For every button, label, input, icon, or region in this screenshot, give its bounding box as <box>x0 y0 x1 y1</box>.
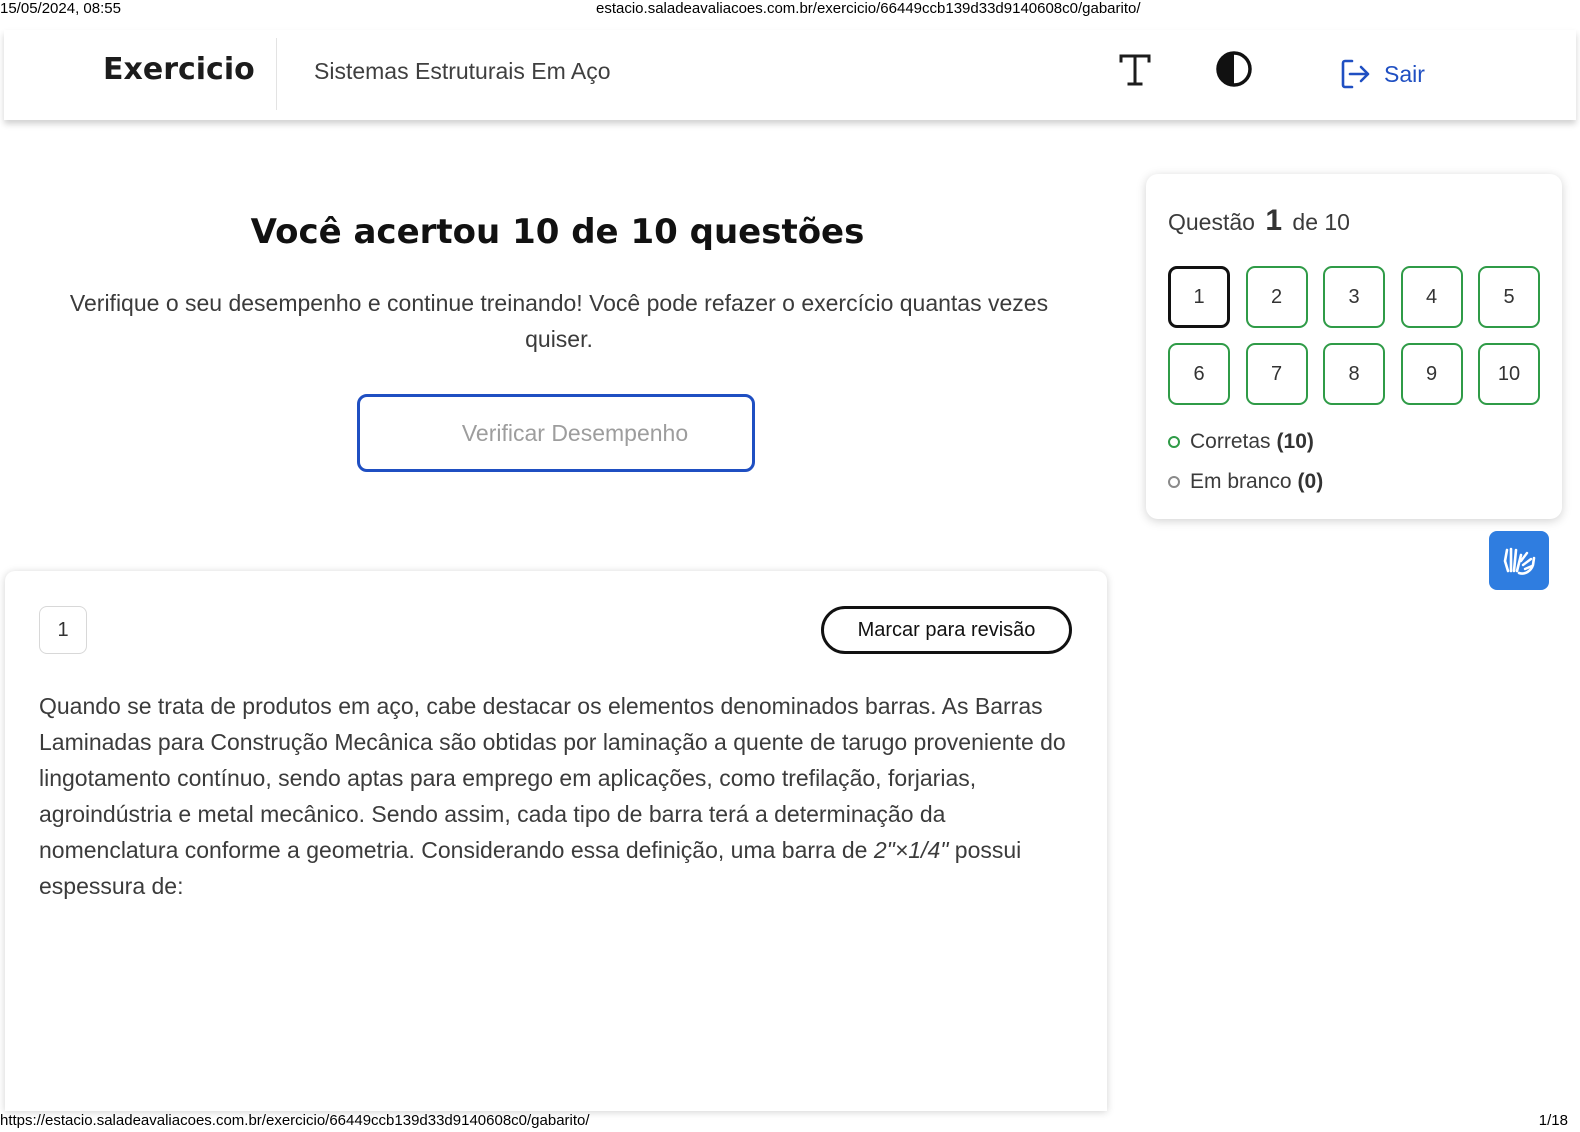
mark-for-review-button[interactable]: Marcar para revisão <box>821 606 1072 654</box>
print-page-number: 1/18 <box>1538 1112 1568 1129</box>
question-grid: 1 2 3 4 5 6 7 8 9 10 <box>1168 266 1540 405</box>
question-button-4[interactable]: 4 <box>1400 266 1463 328</box>
font-size-button[interactable] <box>1117 50 1153 90</box>
question-button-1[interactable]: 1 <box>1168 266 1230 328</box>
navigator-prefix: Questão <box>1168 209 1255 235</box>
logout-icon <box>1341 59 1370 89</box>
question-card: 1 Marcar para revisão Quando se trata de… <box>5 571 1107 1111</box>
question-button-10[interactable]: 10 <box>1478 343 1540 405</box>
question-formula: 2"×1/4" <box>873 837 949 863</box>
sign-language-hands-icon <box>1503 547 1536 575</box>
blank-count: (0) <box>1297 470 1324 493</box>
question-button-8[interactable]: 8 <box>1323 343 1385 405</box>
legend-blank: Em branco (0) <box>1168 470 1323 494</box>
print-footer: https://estacio.saladeavaliacoes.com.br/… <box>0 1110 1580 1132</box>
correct-dot-icon <box>1168 436 1180 448</box>
legend-correct: Corretas (10) <box>1168 430 1314 454</box>
subject-title: Sistemas Estruturais Em Aço <box>314 58 611 84</box>
question-number-badge: 1 <box>39 606 87 654</box>
question-button-7[interactable]: 7 <box>1245 343 1308 405</box>
blank-label: Em branco <box>1190 470 1292 493</box>
question-text: Quando se trata de produtos em aço, cabe… <box>39 688 1079 904</box>
font-size-icon <box>1119 54 1151 86</box>
app-header: Exercicio Sistemas Estruturais Em Aço Sa… <box>4 30 1576 120</box>
vlibras-button[interactable] <box>1489 531 1549 590</box>
verify-performance-button[interactable]: Verificar Desempenho <box>357 394 755 472</box>
print-url: https://estacio.saladeavaliacoes.com.br/… <box>0 1112 590 1129</box>
question-button-5[interactable]: 5 <box>1478 266 1540 328</box>
header-divider <box>276 38 277 110</box>
result-title: Você acertou 10 de 10 questões <box>250 212 865 252</box>
correct-count: (10) <box>1276 430 1314 453</box>
contrast-icon <box>1216 51 1252 87</box>
blank-dot-icon <box>1168 476 1180 488</box>
brand-title: Exercicio <box>103 52 255 87</box>
navigator-suffix: de 10 <box>1292 209 1350 235</box>
logout-label: Sair <box>1384 60 1425 87</box>
question-button-6[interactable]: 6 <box>1168 343 1230 405</box>
print-header: 15/05/2024, 08:55 estacio.saladeavaliaco… <box>0 0 1580 18</box>
print-page-title: estacio.saladeavaliacoes.com.br/exercici… <box>596 0 1141 17</box>
print-date: 15/05/2024, 08:55 <box>0 0 121 17</box>
correct-label: Corretas <box>1190 430 1271 453</box>
contrast-button[interactable] <box>1213 48 1255 90</box>
question-button-2[interactable]: 2 <box>1245 266 1308 328</box>
navigator-current: 1 <box>1265 204 1283 237</box>
question-navigator: Questão 1 de 10 1 2 3 4 5 6 7 8 9 10 Cor… <box>1146 174 1562 519</box>
logout-button[interactable]: Sair <box>1340 54 1425 94</box>
navigator-title: Questão 1 de 10 <box>1168 204 1350 238</box>
question-button-9[interactable]: 9 <box>1400 343 1463 405</box>
question-button-3[interactable]: 3 <box>1323 266 1385 328</box>
result-description: Verifique o seu desempenho e continue tr… <box>69 290 1049 352</box>
